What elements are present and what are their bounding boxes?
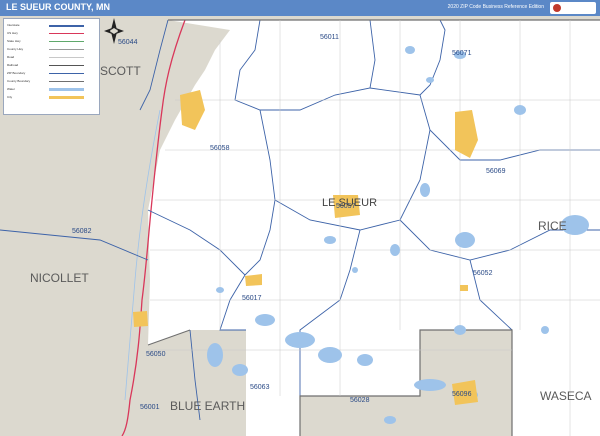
legend-row: State Hwy [7, 39, 21, 43]
legend-row: US Hwy [7, 31, 18, 35]
legend-row: Railroad [7, 63, 19, 67]
zip-label: 56082 [72, 228, 92, 235]
zip-label: 56071 [452, 50, 472, 57]
map-title: LE SUEUR COUNTY, MN [6, 2, 111, 12]
zip-label: 56050 [146, 351, 166, 358]
legend-swatch [49, 57, 84, 58]
legend-swatch [49, 96, 84, 99]
legend-row: County Boundary [7, 79, 31, 83]
legend-row: ZIP Boundary [7, 71, 26, 75]
legend-row: Water [7, 87, 15, 91]
legend-row: Road [7, 55, 15, 59]
legend-row: County Hwy [7, 47, 24, 51]
zip-label: 56096 [452, 391, 472, 398]
map-legend: Interstate US Hwy State Hwy County Hwy R… [3, 18, 100, 115]
county-label-center: LE SUEUR [322, 197, 377, 209]
county-label: WASECA [540, 389, 592, 403]
zip-label: 56069 [486, 168, 506, 175]
legend-swatch [49, 25, 84, 27]
legend-swatch [49, 33, 84, 34]
legend-row: Interstate [7, 23, 20, 27]
zip-label: 56063 [250, 384, 270, 391]
legend-swatch [49, 88, 84, 91]
county-label: RICE [538, 219, 567, 233]
zip-label: 56028 [350, 397, 370, 404]
map-edition: 2020 ZIP Code Business Reference Edition [447, 4, 544, 10]
legend-swatch [49, 41, 84, 42]
map-header: LE SUEUR COUNTY, MN 2020 ZIP Code Busine… [0, 0, 600, 16]
legend-swatch [49, 81, 84, 82]
map-frame: LE SUEUR COUNTY, MN 2020 ZIP Code Busine… [0, 0, 600, 436]
north-arrow-icon [104, 18, 124, 44]
zip-label: 56001 [140, 404, 160, 411]
legend-swatch [49, 49, 84, 50]
zip-label: 56011 [320, 34, 339, 41]
county-label: SCOTT [100, 64, 141, 78]
zip-label: 56017 [242, 295, 262, 302]
brand-logo [550, 2, 596, 14]
legend-swatch [49, 73, 84, 74]
legend-row: City [7, 95, 13, 99]
brand-globe-icon [553, 4, 561, 12]
zip-label: 56052 [473, 270, 493, 277]
county-label: BLUE EARTH [170, 399, 245, 413]
zip-label: 56058 [210, 145, 230, 152]
legend-swatch [49, 65, 84, 66]
county-label: NICOLLET [30, 271, 89, 285]
